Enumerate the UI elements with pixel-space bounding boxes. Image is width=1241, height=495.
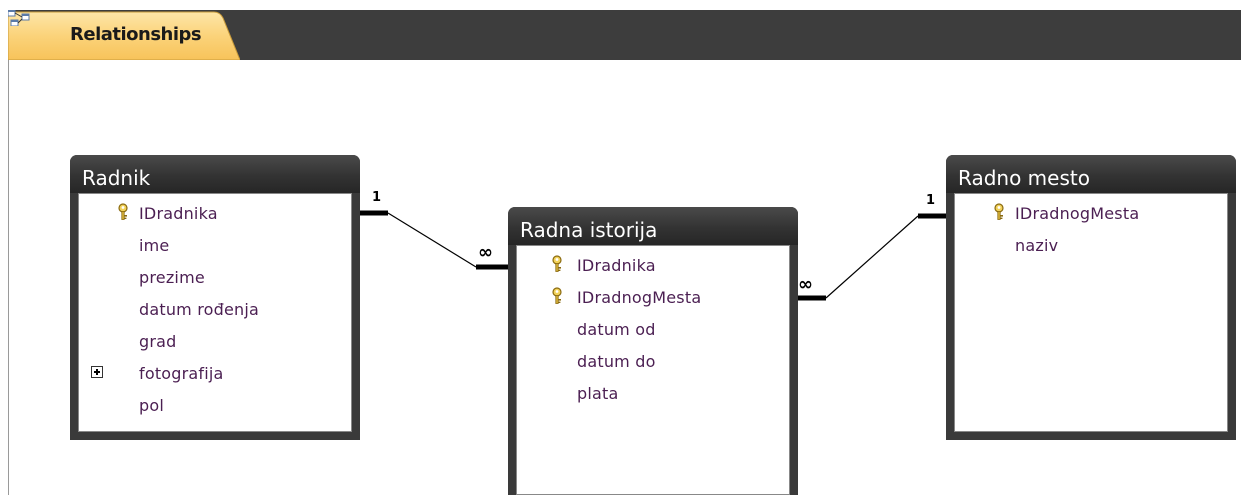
table-header[interactable]: Radnik (70, 155, 360, 193)
primary-key-icon (118, 203, 128, 220)
cardinality-one-label: 1 (372, 190, 382, 205)
field-naziv[interactable]: naziv (1015, 236, 1058, 255)
field-idradnika[interactable]: IDradnika (139, 204, 218, 223)
table-radno-mesto[interactable]: Radno mesto IDradnogMesta naziv (946, 155, 1236, 440)
cardinality-many-label: ∞ (798, 274, 813, 295)
field-idradnogmesta[interactable]: IDradnogMesta (577, 288, 701, 307)
table-title: Radno mesto (958, 166, 1090, 190)
table-radna-istorija[interactable]: Radna istorija IDradnika IDradnogMesta d… (508, 207, 798, 495)
table-radnik[interactable]: Radnik IDradnika ime prezime datum rođen… (70, 155, 360, 440)
field-list[interactable]: IDradnogMesta naziv (954, 193, 1228, 432)
field-grad[interactable]: grad (139, 332, 177, 351)
relationships-window: Relationships 1 ∞ 1 ∞ Radnik IDradnika i… (0, 0, 1241, 495)
field-datum-do[interactable]: datum do (577, 352, 656, 371)
field-datum-rodjenja[interactable]: datum rođenja (139, 300, 259, 319)
field-ime[interactable]: ime (139, 236, 169, 255)
cardinality-many-label: ∞ (478, 242, 493, 263)
table-header[interactable]: Radno mesto (946, 155, 1236, 193)
field-idradnogmesta[interactable]: IDradnogMesta (1015, 204, 1139, 223)
primary-key-icon (994, 203, 1004, 220)
table-title: Radnik (82, 166, 151, 190)
field-pol[interactable]: pol (139, 396, 164, 415)
field-datum-od[interactable]: datum od (577, 320, 656, 339)
field-list[interactable]: IDradnika ime prezime datum rođenja grad… (78, 193, 352, 432)
table-title: Radna istorija (520, 218, 658, 242)
primary-key-icon (552, 255, 562, 272)
field-plata[interactable]: plata (577, 384, 618, 403)
field-fotografija[interactable]: fotografija (139, 364, 224, 383)
field-prezime[interactable]: prezime (139, 268, 205, 287)
relationship-radno-mesto-radna-istorija[interactable] (794, 213, 950, 301)
table-header[interactable]: Radna istorija (508, 207, 798, 245)
field-list[interactable]: IDradnika IDradnogMesta datum od datum d… (516, 245, 790, 495)
primary-key-icon (552, 287, 562, 304)
expand-icon[interactable] (91, 366, 103, 378)
field-idradnika[interactable]: IDradnika (577, 256, 656, 275)
cardinality-one-label: 1 (926, 193, 936, 208)
